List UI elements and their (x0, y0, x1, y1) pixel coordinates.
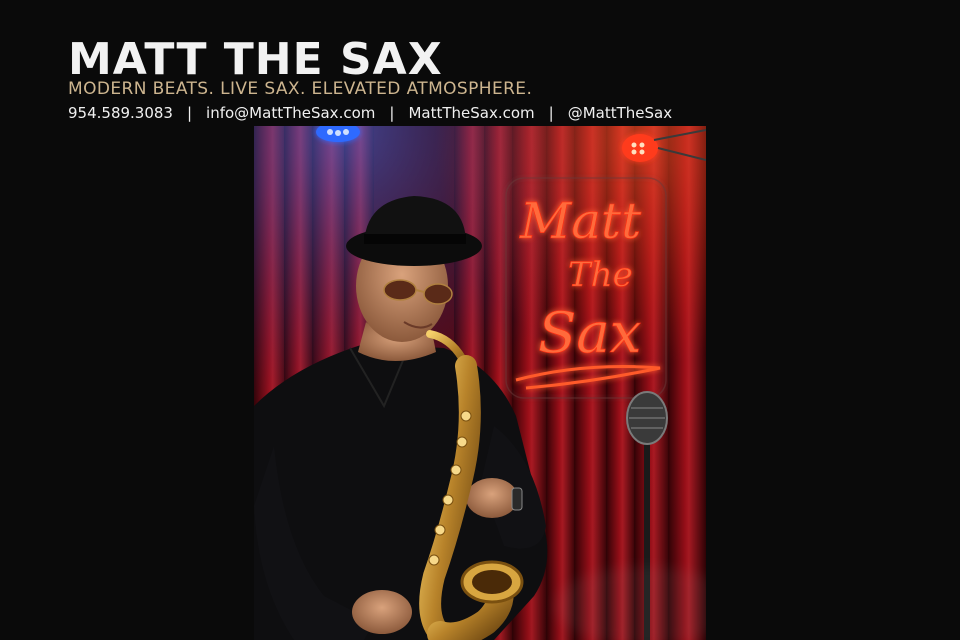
phone-link[interactable]: 954.589.3083 (68, 104, 173, 122)
page-title: MATT THE SAX (68, 34, 443, 85)
svg-text:Matt: Matt (519, 192, 642, 250)
performer-photo: Matt The Sax (254, 126, 706, 640)
contact-bar: 954.589.3083 | info@MattTheSax.com | Mat… (68, 104, 672, 122)
svg-text:Sax: Sax (538, 301, 641, 366)
svg-text:The: The (568, 255, 633, 295)
social-handle-link[interactable]: @MattTheSax (568, 104, 672, 122)
email-link[interactable]: info@MattTheSax.com (206, 104, 375, 122)
website-link[interactable]: MattTheSax.com (408, 104, 534, 122)
tagline: MODERN BEATS. LIVE SAX. ELEVATED ATMOSPH… (68, 79, 533, 99)
contact-separator: | (389, 104, 395, 122)
contact-separator: | (548, 104, 554, 122)
promo-page: MATT THE SAX MODERN BEATS. LIVE SAX. ELE… (0, 0, 960, 640)
contact-separator: | (186, 104, 193, 122)
